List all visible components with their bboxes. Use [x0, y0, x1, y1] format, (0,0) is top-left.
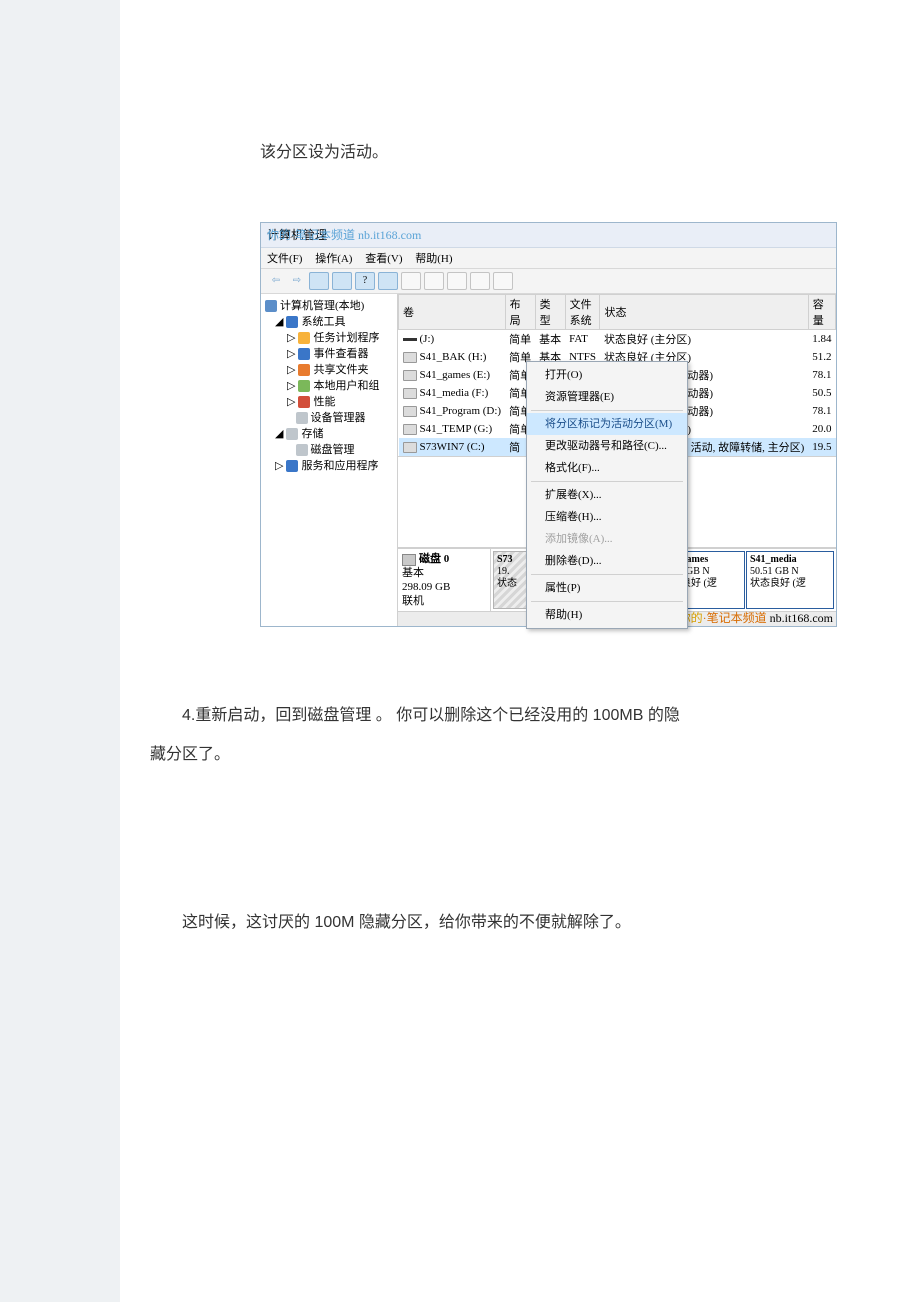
- toolbar-btn-8[interactable]: [470, 272, 490, 290]
- menu-action[interactable]: 操作(A): [315, 253, 352, 265]
- table-row[interactable]: (J:)简单基本FAT状态良好 (主分区)1.84: [399, 330, 836, 349]
- toolbar-btn-9[interactable]: [493, 272, 513, 290]
- tree-task-scheduler[interactable]: ▷ 任务计划程序: [287, 330, 395, 346]
- watermark-top: 你的·笔记本频道 nb.it168.com: [267, 226, 421, 243]
- removable-icon: [403, 338, 417, 341]
- paragraph-conclusion: 这时候，这讨厌的 100M 隐藏分区，给你带来的不便就解除了。: [120, 774, 872, 942]
- volume-icon: [403, 388, 417, 399]
- watermark-bottom: 你的·笔记本频道 nb.it168.com: [679, 609, 833, 626]
- volume-icon: [403, 424, 417, 435]
- tree-local-users[interactable]: ▷ 本地用户和组: [287, 378, 395, 394]
- ctx-mirror: 添加镜像(A)...: [527, 528, 687, 550]
- screenshot-disk-management: 计算机管理 你的·笔记本频道 nb.it168.com 文件(F) 操作(A) …: [260, 222, 837, 627]
- volume-icon: [403, 406, 417, 417]
- toolbar-btn-1[interactable]: [309, 272, 329, 290]
- scheduler-icon: [298, 332, 310, 344]
- toolbar: ⇦ ⇨ ?: [261, 269, 836, 294]
- tools-icon: [286, 316, 298, 328]
- toolbar-btn-3[interactable]: ?: [355, 272, 375, 290]
- users-icon: [298, 380, 310, 392]
- toolbar-btn-7[interactable]: [447, 272, 467, 290]
- tree-shared-folders[interactable]: ▷ 共享文件夹: [287, 362, 395, 378]
- ctx-explorer[interactable]: 资源管理器(E): [527, 386, 687, 408]
- window-titlebar: 计算机管理 你的·笔记本频道 nb.it168.com: [261, 223, 836, 248]
- computer-icon: [265, 300, 277, 312]
- tree-performance[interactable]: ▷ 性能: [287, 394, 395, 410]
- ctx-format[interactable]: 格式化(F)...: [527, 457, 687, 479]
- paragraph-set-active: 该分区设为活动。: [120, 0, 872, 172]
- paragraph-step4b: 藏分区了。: [120, 736, 872, 774]
- partition-media[interactable]: S41_media 50.51 GB N 状态良好 (逻: [746, 551, 834, 609]
- services-icon: [286, 460, 298, 472]
- tree-root[interactable]: 计算机管理(本地): [265, 298, 395, 314]
- ctx-delete[interactable]: 删除卷(D)...: [527, 550, 687, 572]
- storage-icon: [286, 428, 298, 440]
- disk-0-info[interactable]: 磁盘 0 基本 298.09 GB 联机: [398, 549, 491, 611]
- volume-icon: [403, 370, 417, 381]
- menu-view[interactable]: 查看(V): [365, 253, 402, 265]
- nav-tree: 计算机管理(本地) ◢ 系统工具 ▷ 任务计划程序 ▷ 事件查看器 ▷ 共享文件…: [261, 294, 398, 626]
- ctx-shrink[interactable]: 压缩卷(H)...: [527, 506, 687, 528]
- tree-services[interactable]: ▷ 服务和应用程序: [275, 458, 395, 474]
- ctx-properties[interactable]: 属性(P): [527, 577, 687, 599]
- perf-icon: [298, 396, 310, 408]
- toolbar-btn-5[interactable]: [401, 272, 421, 290]
- toolbar-btn-4[interactable]: [378, 272, 398, 290]
- context-menu: 打开(O) 资源管理器(E) 将分区标记为活动分区(M) 更改驱动器号和路径(C…: [526, 361, 688, 629]
- event-icon: [298, 348, 310, 360]
- menubar[interactable]: 文件(F) 操作(A) 查看(V) 帮助(H): [261, 248, 836, 269]
- toolbar-btn-2[interactable]: [332, 272, 352, 290]
- paragraph-step4a: 4.重新启动，回到磁盘管理 。 你可以删除这个已经没用的 100MB 的隐: [120, 627, 872, 735]
- page-left-margin: [0, 0, 120, 1302]
- volume-icon: [403, 442, 417, 453]
- volume-list-header: 卷 布局 类型 文件系统 状态 容量: [399, 295, 836, 330]
- nav-fwd-icon[interactable]: ⇨: [288, 273, 306, 289]
- disk-mgmt-icon: [296, 444, 308, 456]
- device-icon: [296, 412, 308, 424]
- volume-icon: [403, 352, 417, 363]
- disk-icon: [402, 554, 416, 566]
- ctx-help[interactable]: 帮助(H): [527, 604, 687, 626]
- nav-back-icon[interactable]: ⇦: [267, 273, 285, 289]
- share-icon: [298, 364, 310, 376]
- menu-file[interactable]: 文件(F): [267, 253, 302, 265]
- tree-storage[interactable]: ◢ 存储: [275, 426, 395, 442]
- tree-system-tools[interactable]: ◢ 系统工具: [275, 314, 395, 330]
- ctx-change-letter[interactable]: 更改驱动器号和路径(C)...: [527, 435, 687, 457]
- ctx-mark-active[interactable]: 将分区标记为活动分区(M): [527, 413, 687, 435]
- tree-event-viewer[interactable]: ▷ 事件查看器: [287, 346, 395, 362]
- tree-disk-management[interactable]: 磁盘管理: [287, 442, 395, 458]
- menu-help[interactable]: 帮助(H): [415, 253, 452, 265]
- ctx-open[interactable]: 打开(O): [527, 364, 687, 386]
- toolbar-btn-6[interactable]: [424, 272, 444, 290]
- tree-device-manager[interactable]: 设备管理器: [287, 410, 395, 426]
- ctx-extend[interactable]: 扩展卷(X)...: [527, 484, 687, 506]
